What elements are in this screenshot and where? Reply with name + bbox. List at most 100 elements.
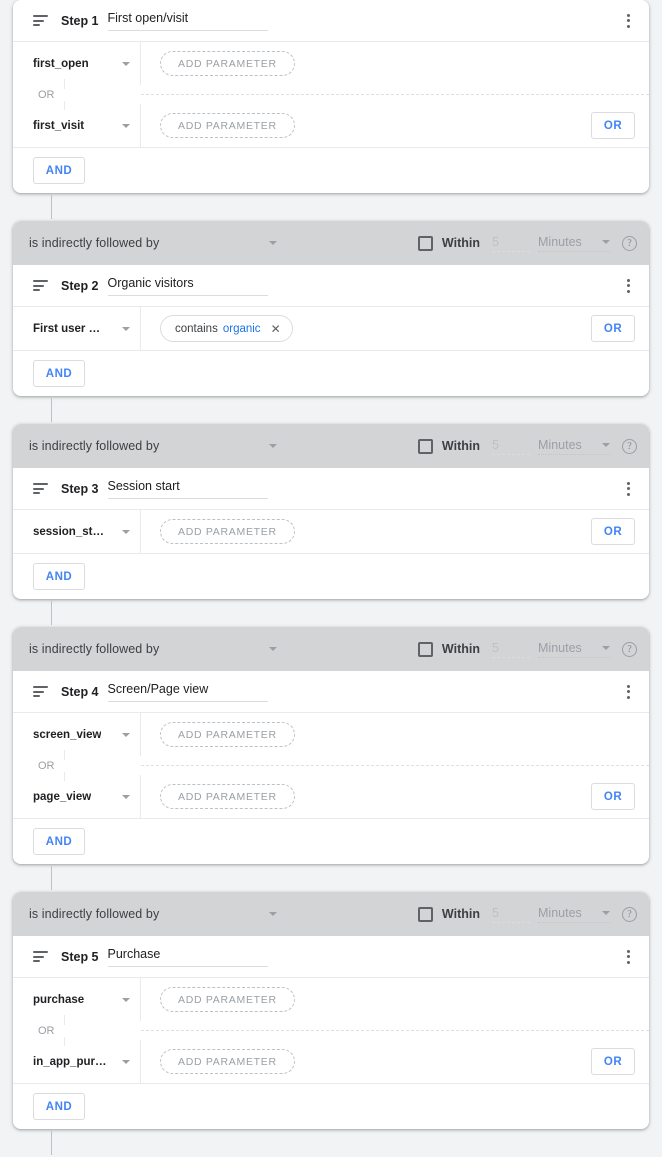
condition-rows-4: screen_view ADD PARAMETER OR page_view ADD P… — [13, 713, 649, 818]
or-button-3[interactable]: OR — [591, 518, 635, 545]
within-unit-select-5[interactable]: Minutes — [538, 906, 610, 923]
event-name-label: first_open — [33, 58, 89, 70]
sequence-condition-bar-4: is indirectly followed byWithin5Minutes? — [13, 627, 649, 671]
within-unit-select-3[interactable]: Minutes — [538, 438, 610, 455]
step-header-2: Step 2 Organic visitors — [13, 265, 649, 307]
connector-vertical-line — [51, 1131, 52, 1155]
event-name-select-2-1[interactable]: First user … — [13, 307, 141, 350]
step-header-5: Step 5Purchase — [13, 936, 649, 978]
add-parameter-button-1-2[interactable]: ADD PARAMETER — [160, 113, 295, 138]
and-footer-5: AND — [13, 1083, 649, 1129]
step-more-options-icon-4[interactable] — [617, 681, 639, 703]
within-checkbox-3[interactable] — [418, 439, 433, 454]
parameter-area: ADD PARAMETER OR — [141, 775, 649, 818]
and-footer-3: AND — [13, 553, 649, 599]
sequence-condition-bar-5: is indirectly followed byWithin5Minutes? — [13, 892, 649, 936]
within-value-input-2[interactable]: 5 — [492, 235, 530, 252]
event-name-label: page_view — [33, 791, 91, 803]
event-name-select-1-1[interactable]: first_open — [13, 42, 141, 85]
within-checkbox-5[interactable] — [418, 907, 433, 922]
chevron-down-icon — [602, 646, 610, 650]
add-parameter-button-4-2[interactable]: ADD PARAMETER — [160, 784, 295, 809]
filter-lines-icon — [33, 951, 48, 962]
condition-row: first_open ADD PARAMETER — [13, 42, 649, 85]
step-number-label-2: Step 2 — [61, 279, 99, 293]
add-parameter-button-3-1[interactable]: ADD PARAMETER — [160, 519, 295, 544]
add-parameter-button-5-1[interactable]: ADD PARAMETER — [160, 987, 295, 1012]
connector-vertical-line — [51, 601, 52, 625]
add-parameter-button-4-1[interactable]: ADD PARAMETER — [160, 722, 295, 747]
within-checkbox-2[interactable] — [418, 236, 433, 251]
event-name-label: in_app_pur… — [33, 1056, 106, 1068]
event-name-select-4-1[interactable]: screen_view — [13, 713, 141, 756]
and-button-2[interactable]: AND — [33, 360, 85, 387]
filter-lines-icon — [33, 483, 48, 494]
and-button-5[interactable]: AND — [33, 1093, 85, 1120]
within-constraint-group-5: Within5Minutes? — [418, 906, 637, 923]
sequence-relation-select-5[interactable]: is indirectly followed by — [29, 907, 277, 921]
close-icon[interactable]: ✕ — [271, 323, 281, 335]
step-more-options-icon-5[interactable] — [617, 946, 639, 968]
within-unit-select-4[interactable]: Minutes — [538, 641, 610, 658]
or-button-4[interactable]: OR — [591, 783, 635, 810]
event-name-select-1-2[interactable]: first_visit — [13, 104, 141, 147]
and-footer-2: AND — [13, 350, 649, 396]
help-icon-5[interactable]: ? — [622, 907, 637, 922]
event-name-select-5-2[interactable]: in_app_pur… — [13, 1040, 141, 1083]
step-more-options-icon-1[interactable] — [617, 10, 639, 32]
and-footer-1: AND — [13, 147, 649, 193]
step-name-input-2[interactable]: Organic visitors — [108, 276, 268, 296]
help-icon-4[interactable]: ? — [622, 642, 637, 657]
event-name-select-4-2[interactable]: page_view — [13, 775, 141, 818]
and-footer-4: AND — [13, 818, 649, 864]
or-button-1[interactable]: OR — [591, 112, 635, 139]
add-parameter-button-1-1[interactable]: ADD PARAMETER — [160, 51, 295, 76]
or-divider-5: OR — [13, 1021, 649, 1040]
help-icon-3[interactable]: ? — [622, 439, 637, 454]
sequence-condition-bar-2: is indirectly followed byWithin5Minutes? — [13, 221, 649, 265]
within-unit-label: Minutes — [538, 438, 582, 452]
or-button-2[interactable]: OR — [591, 315, 635, 342]
step-name-input-1[interactable]: First open/visit — [108, 11, 268, 31]
connector-vertical-line — [51, 866, 52, 890]
sequence-relation-select-3[interactable]: is indirectly followed by — [29, 439, 277, 453]
step-number-label-4: Step 4 — [61, 685, 99, 699]
condition-rows-2: First user … containsorganic✕ OR — [13, 307, 649, 350]
parameter-area: ADD PARAMETER OR — [141, 510, 649, 553]
add-parameter-button-5-2[interactable]: ADD PARAMETER — [160, 1049, 295, 1074]
condition-row: in_app_pur… ADD PARAMETER OR — [13, 1040, 649, 1083]
parameter-area: ADD PARAMETER OR — [141, 1040, 649, 1083]
and-button-4[interactable]: AND — [33, 828, 85, 855]
within-unit-select-2[interactable]: Minutes — [538, 235, 610, 252]
parameter-area: containsorganic✕ OR — [141, 307, 649, 350]
step-name-input-5[interactable]: Purchase — [108, 947, 268, 967]
step-more-options-icon-3[interactable] — [617, 478, 639, 500]
within-value-input-3[interactable]: 5 — [492, 438, 530, 455]
sequence-relation-select-2[interactable]: is indirectly followed by — [29, 236, 277, 250]
step-name-input-3[interactable]: Session start — [108, 479, 268, 499]
or-divider-dashed-line — [141, 94, 649, 95]
parameter-chip-2-1-1[interactable]: containsorganic✕ — [160, 315, 293, 342]
condition-row: First user … containsorganic✕ OR — [13, 307, 649, 350]
condition-row: session_st… ADD PARAMETER OR — [13, 510, 649, 553]
event-name-select-5-1[interactable]: purchase — [13, 978, 141, 1021]
and-button-1[interactable]: AND — [33, 157, 85, 184]
event-name-select-3-1[interactable]: session_st… — [13, 510, 141, 553]
step-name-input-4[interactable]: Screen/Page view — [108, 682, 268, 702]
sequence-relation-label: is indirectly followed by — [29, 439, 159, 453]
sequence-relation-select-4[interactable]: is indirectly followed by — [29, 642, 277, 656]
or-divider-label: OR — [13, 1025, 141, 1037]
within-value-input-4[interactable]: 5 — [492, 641, 530, 658]
condition-rows-3: session_st… ADD PARAMETER OR — [13, 510, 649, 553]
within-checkbox-4[interactable] — [418, 642, 433, 657]
chevron-down-icon — [602, 911, 610, 915]
step-more-options-icon-2[interactable] — [617, 275, 639, 297]
filter-lines-icon — [33, 686, 48, 697]
or-button-5[interactable]: OR — [591, 1048, 635, 1075]
and-button-3[interactable]: AND — [33, 563, 85, 590]
within-unit-label: Minutes — [538, 235, 582, 249]
chevron-down-icon — [122, 530, 130, 534]
or-divider-label: OR — [13, 760, 141, 772]
help-icon-2[interactable]: ? — [622, 236, 637, 251]
within-value-input-5[interactable]: 5 — [492, 906, 530, 923]
